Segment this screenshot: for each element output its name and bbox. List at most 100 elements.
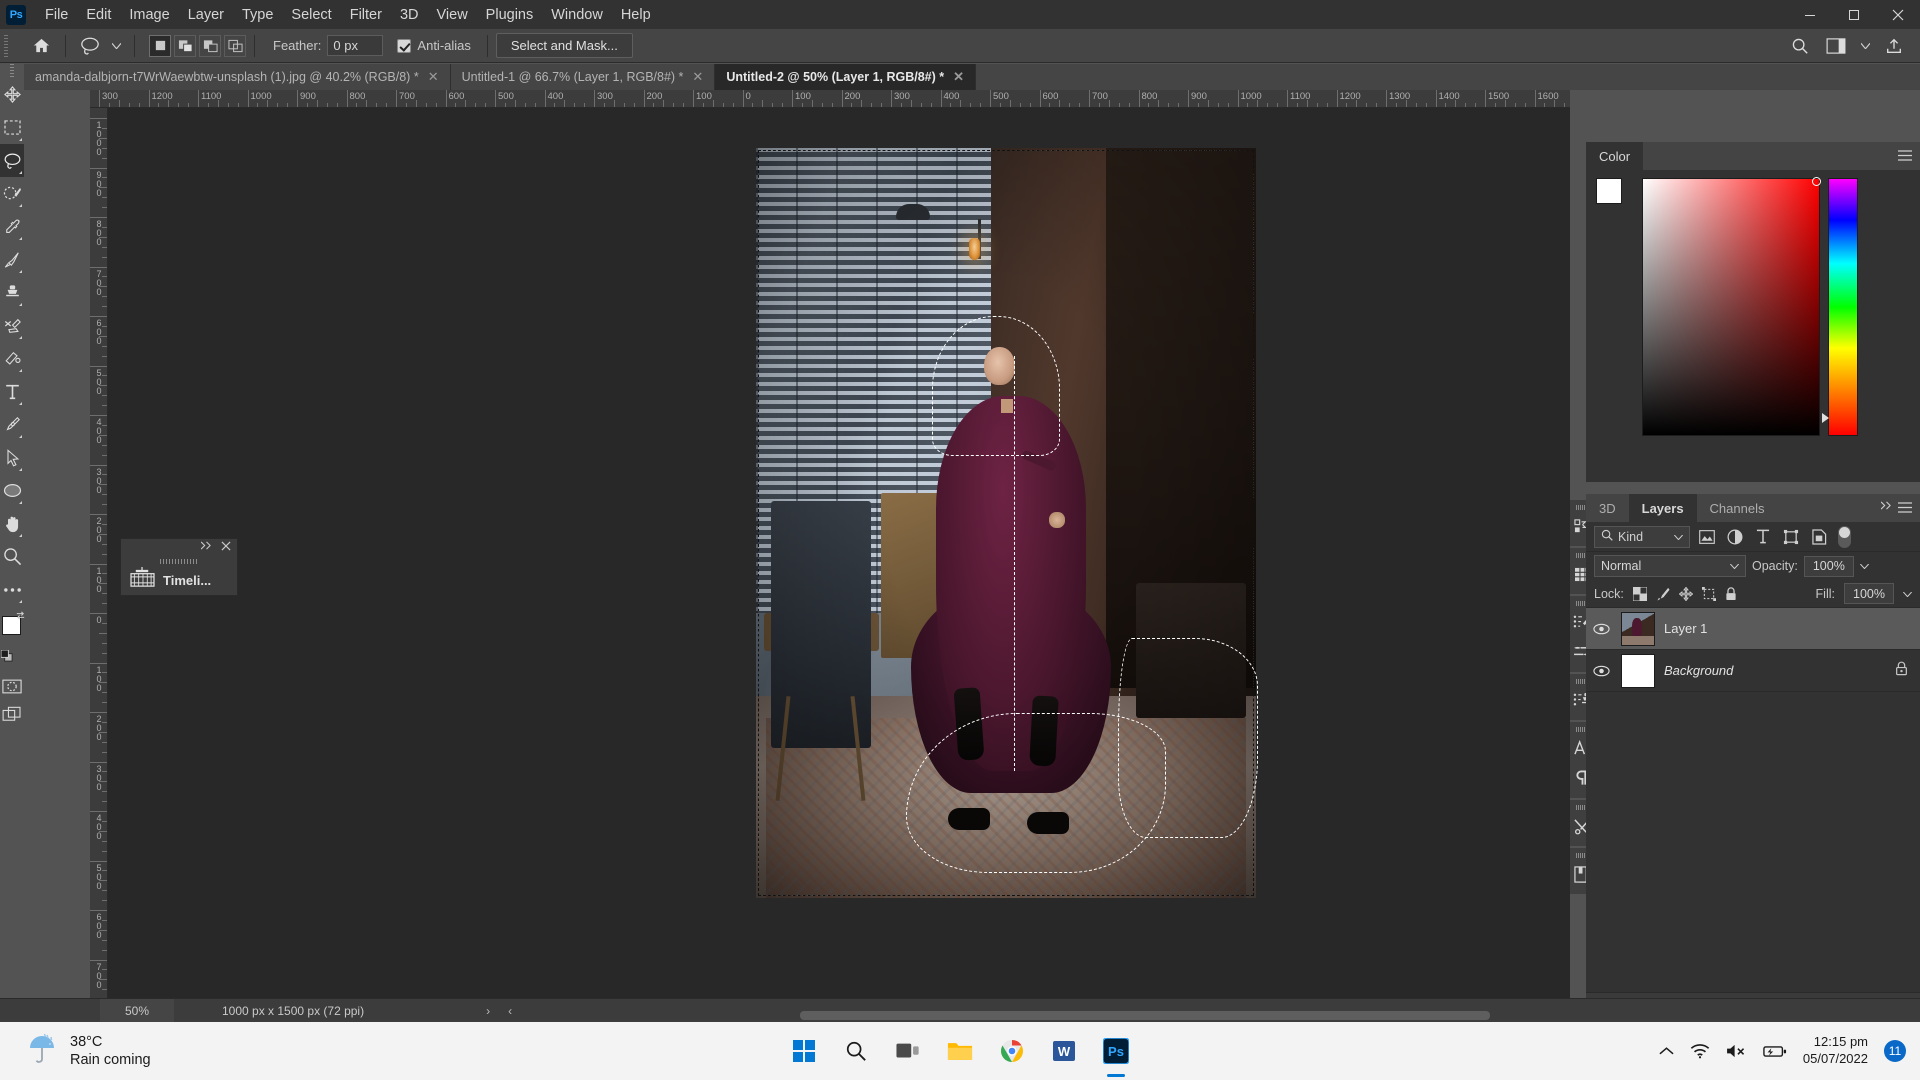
zoom-level[interactable]: 50% bbox=[100, 998, 174, 1023]
swap-colors-icon[interactable] bbox=[15, 610, 26, 624]
close-icon[interactable] bbox=[221, 540, 231, 554]
screen-mode-icon[interactable] bbox=[0, 700, 24, 728]
hand-tool[interactable] bbox=[0, 507, 24, 540]
layer-name[interactable]: Background bbox=[1664, 663, 1733, 678]
zoom-tool[interactable] bbox=[0, 540, 24, 573]
weather-widget[interactable]: 38°C Rain coming bbox=[26, 1032, 151, 1071]
horizontal-ruler[interactable]: 300 1200 1100 1000 900 800 700 600 500 400 300 200 1… bbox=[90, 90, 1570, 108]
menu-select[interactable]: Select bbox=[282, 3, 340, 27]
chrome[interactable] bbox=[991, 1030, 1033, 1072]
close-icon[interactable]: ✕ bbox=[953, 69, 964, 85]
tab-channels[interactable]: Channels bbox=[1696, 494, 1778, 522]
document-info-expand-icon[interactable]: › bbox=[486, 1004, 490, 1018]
eraser-tool[interactable] bbox=[0, 309, 24, 342]
layer-thumbnail[interactable] bbox=[1621, 653, 1655, 688]
document-tab-amanda[interactable]: amanda-dalbjorn-t7WrWaewbtw-unsplash (1)… bbox=[24, 64, 451, 90]
vertical-ruler[interactable]: 1000900800700600500400300200100010020030… bbox=[90, 108, 108, 1022]
word[interactable]: W bbox=[1043, 1030, 1085, 1072]
taskbar-clock[interactable]: 12:15 pm 05/07/2022 bbox=[1803, 1034, 1868, 1068]
tab-color[interactable]: Color bbox=[1586, 142, 1644, 170]
menu-layer[interactable]: Layer bbox=[179, 3, 233, 27]
panel-menu-icon[interactable] bbox=[1898, 149, 1912, 164]
minimize-button[interactable] bbox=[1788, 0, 1832, 29]
layer-name[interactable]: Layer 1 bbox=[1664, 621, 1707, 636]
pen-tool[interactable] bbox=[0, 408, 24, 441]
type-tool[interactable] bbox=[0, 375, 24, 408]
layer-thumbnail[interactable] bbox=[1621, 611, 1655, 646]
menu-plugins[interactable]: Plugins bbox=[477, 3, 543, 27]
layer-visibility-toggle-icon[interactable] bbox=[1590, 623, 1612, 635]
quick-mask-icon[interactable] bbox=[0, 672, 24, 700]
layer-filter-toggle[interactable] bbox=[1838, 525, 1851, 548]
menu-filter[interactable]: Filter bbox=[341, 3, 391, 27]
document-tab-untitled-2[interactable]: Untitled-2 @ 50% (Layer 1, RGB/8#) * ✕ bbox=[715, 64, 977, 90]
rectangular-marquee-tool[interactable] bbox=[0, 111, 24, 144]
path-selection-tool[interactable] bbox=[0, 441, 24, 474]
collapse-right-icon[interactable] bbox=[200, 541, 212, 553]
timeline-panel-grip[interactable] bbox=[160, 559, 198, 564]
options-bar-grip[interactable] bbox=[4, 34, 8, 57]
battery-charging-icon[interactable] bbox=[1763, 1044, 1787, 1059]
timeline-panel[interactable]: Timeli... bbox=[120, 538, 238, 596]
color-panel-foreground-swatch[interactable] bbox=[1596, 178, 1622, 204]
blend-mode-select[interactable]: Normal bbox=[1594, 555, 1746, 577]
lock-position-icon[interactable] bbox=[1678, 586, 1693, 601]
wifi-icon[interactable] bbox=[1690, 1043, 1710, 1059]
status-prev-icon[interactable]: ‹ bbox=[508, 1004, 512, 1018]
canvas-area[interactable] bbox=[108, 108, 1570, 1022]
feather-input[interactable] bbox=[327, 35, 384, 56]
lock-artboard-icon[interactable] bbox=[1701, 586, 1716, 601]
object-selection-tool[interactable] bbox=[0, 177, 24, 210]
menu-type[interactable]: Type bbox=[233, 3, 282, 27]
opacity-value[interactable]: 100% bbox=[1803, 555, 1854, 577]
pixel-layers-filter-icon[interactable] bbox=[1696, 526, 1718, 548]
show-hidden-icons-chevron-up-icon[interactable] bbox=[1659, 1046, 1674, 1056]
artboard[interactable] bbox=[756, 148, 1258, 898]
default-colors-icon[interactable] bbox=[0, 649, 13, 662]
color-picker-handle[interactable] bbox=[1812, 177, 1821, 186]
layer-visibility-toggle-icon[interactable] bbox=[1590, 665, 1612, 677]
tab-layers[interactable]: Layers bbox=[1628, 494, 1697, 522]
opacity-chevron-down-icon[interactable] bbox=[1859, 561, 1869, 571]
edit-toolbar-tool[interactable] bbox=[0, 573, 24, 606]
hue-slider-handle[interactable] bbox=[1822, 413, 1829, 423]
collapse-icon[interactable] bbox=[1880, 501, 1892, 513]
menu-image[interactable]: Image bbox=[120, 3, 178, 27]
tools-panel-grip[interactable] bbox=[0, 64, 24, 78]
menu-3d[interactable]: 3D bbox=[391, 3, 428, 27]
search-button[interactable] bbox=[835, 1030, 877, 1072]
share-icon[interactable] bbox=[1880, 33, 1908, 59]
select-and-mask-button[interactable]: Select and Mask... bbox=[495, 33, 633, 58]
chevron-down-icon[interactable] bbox=[1858, 33, 1872, 59]
fill-chevron-down-icon[interactable] bbox=[1902, 589, 1913, 599]
horizontal-scrollbar[interactable] bbox=[800, 1011, 1490, 1020]
panel-menu-icon[interactable] bbox=[1898, 501, 1912, 516]
start-button[interactable] bbox=[783, 1030, 825, 1072]
hue-slider[interactable] bbox=[1822, 178, 1858, 436]
ellipse-tool[interactable] bbox=[0, 474, 24, 507]
anti-alias-check-box-icon[interactable] bbox=[397, 38, 412, 53]
home-icon[interactable] bbox=[27, 33, 55, 59]
document-tab-untitled-1[interactable]: Untitled-1 @ 66.7% (Layer 1, RGB/8#) * ✕ bbox=[450, 64, 716, 90]
intersect-selection-button[interactable] bbox=[224, 34, 246, 57]
lock-transparent-pixels-icon[interactable] bbox=[1632, 586, 1647, 601]
brush-tool[interactable] bbox=[0, 243, 24, 276]
volume-muted-icon[interactable] bbox=[1726, 1043, 1747, 1059]
menu-help[interactable]: Help bbox=[612, 3, 660, 27]
tab-3d[interactable]: 3D bbox=[1586, 494, 1629, 522]
lasso-tool-icon[interactable] bbox=[76, 33, 104, 59]
task-view-button[interactable] bbox=[887, 1030, 929, 1072]
anti-alias-checkbox[interactable]: Anti-alias bbox=[397, 38, 471, 53]
move-tool[interactable] bbox=[0, 78, 24, 111]
adjustment-layers-filter-icon[interactable] bbox=[1724, 526, 1746, 548]
clone-stamp-tool[interactable] bbox=[0, 276, 24, 309]
subtract-from-selection-button[interactable] bbox=[199, 34, 221, 57]
table-row[interactable]: Layer 1 bbox=[1586, 608, 1920, 650]
smart-object-filter-icon[interactable] bbox=[1808, 526, 1830, 548]
color-field-picker[interactable] bbox=[1642, 177, 1821, 436]
fill-value[interactable]: 100% bbox=[1844, 583, 1894, 604]
close-icon[interactable]: ✕ bbox=[428, 69, 439, 85]
gradient-tool[interactable] bbox=[0, 342, 24, 375]
file-explorer[interactable] bbox=[939, 1030, 981, 1072]
menu-view[interactable]: View bbox=[428, 3, 477, 27]
